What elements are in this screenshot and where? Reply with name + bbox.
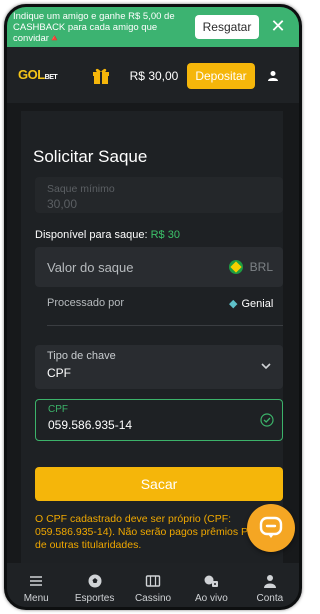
- nav-live[interactable]: Ao vivo: [182, 563, 240, 607]
- phone-frame: Indique um amigo e ganhe R$ 5,00 de CASH…: [4, 4, 302, 610]
- balance-display: R$ 30,00: [129, 69, 179, 83]
- nav-menu-label: Menu: [23, 592, 49, 604]
- cpf-ownership-note: O CPF cadastrado deve ser próprio (CPF: …: [35, 513, 258, 551]
- app-header: GOLBET R$ 30,00 Depositar: [7, 47, 299, 103]
- nav-casino[interactable]: Cassino: [124, 563, 182, 607]
- close-icon[interactable]: ✕: [268, 16, 288, 36]
- withdraw-card: Solicitar Saque Saque mínimo 30,00 Dispo…: [21, 111, 283, 563]
- logo-suffix: BET: [44, 74, 58, 81]
- cpf-label: CPF: [48, 404, 68, 415]
- user-icon[interactable]: [262, 65, 284, 87]
- nav-account[interactable]: Conta: [241, 563, 299, 607]
- cpf-input[interactable]: CPF 059.586.935-14: [35, 399, 283, 441]
- cpf-value: 059.586.935-14: [48, 418, 133, 432]
- min-withdraw-field: Saque mínimo 30,00: [35, 177, 283, 213]
- live-casino-icon: [204, 575, 219, 587]
- gift-icon[interactable]: [91, 65, 111, 85]
- nav-sports[interactable]: Esportes: [65, 563, 123, 607]
- check-circle-icon: [260, 413, 274, 427]
- chevron-down-icon: [259, 359, 273, 373]
- processed-by-label: Processado por: [47, 297, 125, 309]
- withdraw-amount-input[interactable]: Valor do saque BRL: [35, 247, 283, 287]
- nav-sports-label: Esportes: [74, 592, 115, 604]
- nav-live-label: Ao vivo: [195, 592, 228, 604]
- processor-name: ◆ Genial: [229, 297, 273, 310]
- amount-placeholder: Valor do saque: [47, 260, 134, 275]
- key-type-label: Tipo de chave: [47, 350, 116, 362]
- main-content: Solicitar Saque Saque mínimo 30,00 Dispo…: [7, 103, 299, 563]
- logo-text: GOL: [18, 67, 45, 82]
- deposit-button[interactable]: Depositar: [187, 63, 255, 89]
- nav-menu[interactable]: Menu: [7, 563, 65, 607]
- user-icon: [263, 574, 276, 588]
- key-type-select[interactable]: Tipo de chave CPF: [35, 345, 283, 389]
- key-type-value: CPF: [47, 366, 71, 380]
- min-withdraw-label: Saque mínimo: [47, 183, 115, 195]
- min-withdraw-value: 30,00: [47, 197, 78, 211]
- bottom-navigation: Menu Esportes Cassino Ao vivo Conta: [7, 563, 299, 607]
- brazil-flag-icon: [229, 260, 243, 274]
- brand-logo[interactable]: GOLBET: [18, 67, 58, 82]
- chat-bubble-icon: [259, 516, 283, 538]
- support-chat-button[interactable]: [247, 504, 295, 552]
- slot-machine-icon: [145, 574, 161, 587]
- promo-banner: Indique um amigo e ganhe R$ 5,00 de CASH…: [7, 7, 299, 47]
- page-title: Solicitar Saque: [33, 147, 148, 166]
- divider: [47, 325, 283, 326]
- menu-icon: [30, 575, 43, 586]
- available-amount: R$ 30: [150, 229, 180, 241]
- promo-text: Indique um amigo e ganhe R$ 5,00 de CASH…: [13, 10, 175, 44]
- available-label: Disponível para saque:: [35, 229, 148, 241]
- available-balance: Disponível para saque: R$ 30: [35, 229, 180, 241]
- soccer-ball-icon: [88, 574, 102, 587]
- withdraw-submit-button[interactable]: Sacar: [35, 467, 283, 501]
- currency-label: BRL: [249, 260, 273, 274]
- nav-account-label: Conta: [256, 592, 284, 604]
- redeem-button[interactable]: Resgatar: [195, 15, 259, 39]
- processor-text: Genial: [241, 298, 274, 310]
- processor-logo-icon: ◆: [229, 298, 238, 310]
- nav-casino-label: Cassino: [134, 592, 172, 604]
